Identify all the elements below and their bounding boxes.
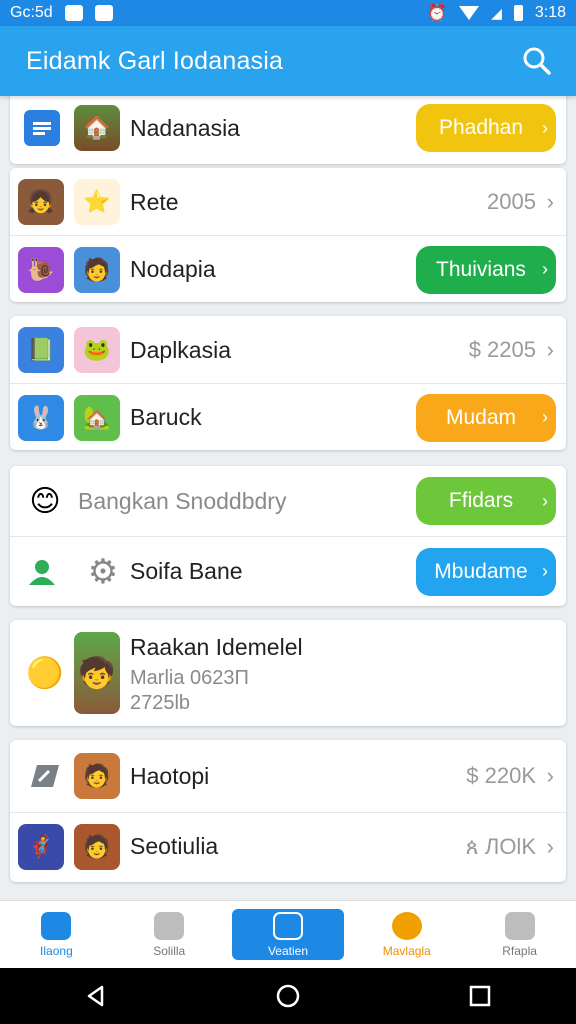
game-avatar-icon: 🧑 [74, 823, 120, 870]
chevron-right-icon: › [542, 259, 548, 279]
action-button[interactable]: Thuivians › [416, 245, 556, 294]
game-avatar-icon: 👧 [18, 179, 64, 225]
gear-icon: ⚙ [87, 552, 119, 591]
list-item-label: Soifa Bane [130, 558, 243, 584]
action-button[interactable]: Phadhan › [416, 104, 556, 152]
game-avatar-icon: 🧑 [74, 753, 120, 799]
list-item[interactable]: 👧 ⭐ Rete 2005 › [10, 168, 566, 236]
chevron-right-icon: › [542, 490, 548, 511]
status-time-left: Gc:5d [10, 4, 53, 21]
card-meta: 2725lb [130, 692, 191, 714]
card-title: Raakan Idemelel [130, 634, 303, 660]
game-icon: 🦸 [18, 823, 64, 870]
list-item[interactable]: 🐰 🏡 Baruck Mudam › [10, 383, 566, 450]
list-item-value: $ 2205 [468, 337, 536, 362]
recents-button[interactable] [460, 976, 500, 1016]
list-card: 📗 🐸 Daplkasia $ 2205 › 🐰 🏡 Baruck Mudam … [10, 316, 566, 450]
chevron-right-icon: › [546, 833, 554, 859]
bottom-navigation: Ilaong Solilla Veatien Mavlagla Rfapla [0, 900, 576, 968]
home-icon [41, 911, 72, 940]
list-item[interactable]: 🐌 🧑 Nodapia Thuivians › [10, 235, 566, 302]
house-icon: 🏡 [74, 394, 120, 441]
game-thumbnail-icon: 🧒 [74, 632, 120, 714]
search-icon [523, 47, 551, 75]
back-icon [87, 985, 104, 1007]
list-item-label: Haotopi [130, 762, 210, 789]
edit-icon [22, 753, 68, 799]
list-item-label: Nodapia [130, 256, 216, 282]
chat-icon [391, 911, 422, 940]
smiley-icon: 😊 [29, 484, 61, 518]
home-button[interactable] [268, 976, 308, 1016]
app-icon: 📗 [18, 327, 64, 373]
list-item[interactable]: 🧑 Haotopi $ 220K › [10, 742, 566, 810]
list-icon [24, 110, 60, 146]
game-icon: 🐌 [18, 246, 64, 293]
nav-messages[interactable]: Mavlagla [350, 901, 463, 968]
notification-icon [64, 5, 83, 21]
list-card: 🧑 Haotopi $ 220K › 🦸 🧑 Seotiulia ጰ ЛОlK … [10, 740, 566, 882]
list-item-label: Bangkan Snoddbdry [78, 487, 287, 514]
chevron-right-icon: › [546, 763, 554, 788]
list-item[interactable]: 🦸 🧑 Seotiulia ጰ ЛОlK › [10, 812, 566, 880]
list-card: 😊 Bangkan Snoddbdry Ffidars › ⚙ Soifa Ba… [10, 466, 566, 606]
character-icon: 🐸 [74, 327, 120, 373]
list-item-label: Baruck [130, 404, 202, 430]
game-avatar-icon: 🧑 [74, 246, 120, 293]
list-item[interactable]: ⚙ Soifa Bane Mbudame › [10, 536, 566, 606]
system-navigation-bar [0, 968, 576, 1024]
signal-icon: ◢ [491, 4, 502, 21]
notification-icon [94, 5, 113, 21]
mask-icon: 🟡 [26, 656, 64, 690]
app-icon [154, 911, 185, 940]
list-card[interactable]: 🟡 🧒 Raakan Idemelel Marlia 0623П 2725lb [10, 620, 566, 726]
home-icon [272, 911, 303, 940]
content-list: 🏠 Nadanasia Phadhan › 👧 ⭐ Rete 2005 › 🐌 … [0, 96, 576, 900]
list-item-value: $ 220K [466, 763, 536, 788]
action-button[interactable]: Mudam › [416, 393, 556, 442]
list-item-label: Rete [130, 188, 179, 215]
home-circle-icon [276, 984, 300, 1008]
status-time-right: 3:18 [534, 4, 566, 21]
app-bar: Eidamk Garl Iodanasia [0, 26, 576, 96]
app-title: Eidamk Garl Iodanasia [26, 46, 284, 75]
image-icon [504, 911, 535, 940]
chevron-right-icon: › [542, 407, 548, 427]
nav-profile[interactable]: Rfapla [463, 901, 576, 968]
battery-icon [513, 5, 523, 21]
nav-search[interactable]: Solilla [113, 901, 226, 968]
list-item[interactable]: 😊 Bangkan Snoddbdry Ffidars › [10, 466, 566, 536]
action-button[interactable]: Mbudame › [416, 547, 556, 596]
app-thumbnail-icon: 🏠 [74, 105, 120, 151]
list-item-label: Daplkasia [130, 336, 231, 363]
nav-home[interactable]: Ilaong [0, 901, 113, 968]
chevron-right-icon: › [546, 337, 554, 362]
back-button[interactable] [76, 976, 116, 1016]
list-item[interactable]: 📗 🐸 Daplkasia $ 2205 › [10, 316, 566, 384]
list-item-value: ጰ ЛОlK [465, 833, 536, 859]
user-icon [22, 549, 68, 595]
status-bar: Gc:5d ⏰ ◢ 3:18 [0, 0, 576, 26]
action-button[interactable]: Ffidars › [416, 477, 556, 525]
chevron-right-icon: › [542, 117, 548, 138]
list-item-value: 2005 [487, 189, 536, 214]
star-icon: ⭐ [74, 179, 120, 225]
wifi-icon [459, 6, 480, 20]
bunny-icon: 🐰 [18, 394, 64, 441]
list-item[interactable]: 🏠 Nadanasia Phadhan › [10, 96, 566, 162]
list-card: 🏠 Nadanasia Phadhan › [10, 96, 566, 164]
list-card: 👧 ⭐ Rete 2005 › 🐌 🧑 Nodapia Thuivians › [10, 168, 566, 302]
list-item-label: Nadanasia [130, 114, 240, 141]
alarm-icon: ⏰ [427, 5, 448, 22]
recents-icon [469, 985, 491, 1007]
chevron-right-icon: › [542, 561, 548, 581]
card-subtitle: Marlia 0623П [130, 667, 249, 689]
list-item-label: Seotiulia [130, 833, 219, 859]
search-button[interactable] [522, 46, 552, 76]
nav-selected[interactable]: Veatien [231, 909, 345, 960]
chevron-right-icon: › [546, 189, 554, 214]
